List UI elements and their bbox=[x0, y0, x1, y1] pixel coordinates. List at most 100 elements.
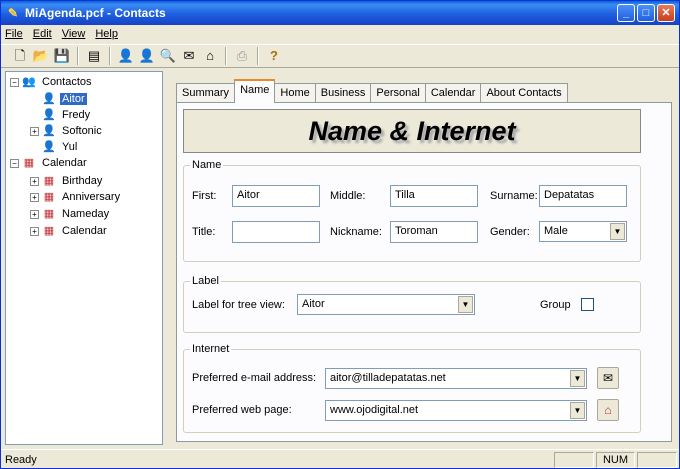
tab-summary[interactable]: Summary bbox=[176, 83, 236, 103]
tree-label-select[interactable]: Aitor ▼ bbox=[297, 294, 475, 315]
open-web-button[interactable]: ⌂ bbox=[597, 399, 619, 421]
calendar-icon: ▦ bbox=[43, 175, 55, 187]
email-icon: ✉ bbox=[602, 371, 614, 385]
tree-item-anniversary[interactable]: + ▦ Anniversary bbox=[30, 189, 122, 205]
dropdown-arrow-icon[interactable]: ▼ bbox=[458, 296, 473, 313]
home-icon: ⌂ bbox=[604, 403, 612, 417]
email-icon[interactable]: ✉ bbox=[180, 47, 198, 65]
collapse-icon[interactable]: − bbox=[10, 77, 19, 87]
status-pane-empty-2 bbox=[637, 451, 677, 468]
nickname-field[interactable]: Toroman bbox=[390, 221, 478, 243]
expand-icon[interactable]: + bbox=[30, 226, 39, 236]
dropdown-arrow-icon[interactable]: ▼ bbox=[610, 223, 625, 240]
calendar-icon: ▦ bbox=[23, 157, 35, 169]
menu-help[interactable]: Help bbox=[95, 28, 118, 40]
expand-icon[interactable]: + bbox=[30, 209, 39, 219]
internet-group-legend: Internet bbox=[190, 343, 232, 355]
tree-node-calendar[interactable]: − ▦ Calendar bbox=[10, 155, 89, 171]
title-label: Title: bbox=[192, 226, 216, 238]
web-page-select[interactable]: www.ojodigital.net ▼ bbox=[325, 400, 587, 421]
tree-node-contactos[interactable]: − 👥 Contactos bbox=[10, 74, 94, 90]
collapse-icon[interactable]: − bbox=[10, 158, 19, 168]
gender-value: Male bbox=[544, 225, 568, 237]
surname-field[interactable]: Depatatas bbox=[539, 185, 627, 207]
contact-icon[interactable]: 👤 bbox=[117, 47, 135, 65]
internet-group: Internet Preferred e-mail address: aitor… bbox=[183, 343, 641, 433]
name-group-legend: Name bbox=[190, 159, 224, 171]
tab-business[interactable]: Business bbox=[314, 83, 372, 103]
email-select[interactable]: aitor@tilladepatatas.net ▼ bbox=[325, 368, 587, 389]
send-email-button[interactable]: ✉ bbox=[597, 367, 619, 389]
title-bar[interactable]: ✎ MiAgenda.pcf - Contacts _ □ ✕ bbox=[1, 1, 679, 25]
contact-red-icon[interactable]: 👤 bbox=[138, 47, 156, 65]
surname-label: Surname: bbox=[490, 190, 538, 202]
gender-select[interactable]: Male ▼ bbox=[539, 221, 627, 242]
status-text: Ready bbox=[5, 453, 37, 466]
details-panel: Summary Name Home Business Personal Cale… bbox=[168, 71, 676, 445]
app-icon: ✎ bbox=[7, 6, 19, 20]
dropdown-arrow-icon[interactable]: ▼ bbox=[570, 402, 585, 419]
web-value: www.ojodigital.net bbox=[330, 404, 419, 416]
group-checkbox[interactable] bbox=[581, 298, 594, 311]
section-banner: Name & Internet bbox=[183, 109, 641, 153]
tab-strip: Summary Name Home Business Personal Cale… bbox=[176, 79, 568, 103]
web-label: Preferred web page: bbox=[192, 404, 292, 416]
tree-item-birthday[interactable]: + ▦ Birthday bbox=[30, 173, 104, 189]
calendar-icon: ▦ bbox=[43, 208, 55, 220]
tab-name[interactable]: Name bbox=[234, 79, 276, 103]
print-icon[interactable]: ⎙ bbox=[233, 47, 251, 65]
window-title: MiAgenda.pcf - Contacts bbox=[25, 6, 166, 20]
expand-icon[interactable]: + bbox=[30, 192, 39, 202]
group-label: Group bbox=[540, 299, 571, 311]
open-icon[interactable]: 📂 bbox=[32, 47, 50, 65]
search-icon[interactable]: 🔍 bbox=[159, 47, 177, 65]
middle-name-field[interactable]: Tilla bbox=[390, 185, 478, 207]
help-icon[interactable]: ? bbox=[265, 47, 283, 65]
num-lock-indicator: NUM bbox=[595, 451, 635, 468]
tab-about-contacts[interactable]: About Contacts bbox=[480, 83, 568, 103]
first-name-field[interactable]: Aitor bbox=[232, 185, 320, 207]
tree-view-label: Label for tree view: bbox=[192, 299, 285, 311]
status-bar: Ready NUM bbox=[1, 449, 679, 469]
first-label: First: bbox=[192, 190, 217, 202]
gender-label: Gender: bbox=[490, 226, 530, 238]
menu-bar: File Edit View Help bbox=[1, 25, 679, 43]
save-icon[interactable]: 💾 bbox=[53, 47, 71, 65]
tab-content: Name & Internet Name First: Aitor Middle… bbox=[176, 102, 672, 442]
person-icon: 👤 bbox=[42, 93, 56, 105]
person-icon: 👤 bbox=[42, 125, 56, 137]
menu-view[interactable]: View bbox=[62, 28, 86, 40]
tree-item-yul[interactable]: 👤 Yul bbox=[42, 139, 79, 155]
expand-icon[interactable]: + bbox=[30, 176, 39, 186]
menu-file[interactable]: File bbox=[5, 28, 23, 40]
contacts-tree[interactable]: − 👥 Contactos 👤 Aitor 👤 Fredy + 👤 Softon… bbox=[5, 71, 163, 445]
tree-item-aitor[interactable]: 👤 Aitor bbox=[42, 91, 87, 107]
tab-calendar[interactable]: Calendar bbox=[424, 83, 482, 103]
tree-item-calendar[interactable]: + ▦ Calendar bbox=[30, 223, 109, 239]
close-button[interactable]: ✕ bbox=[657, 4, 675, 22]
new-icon[interactable]: 🗋 bbox=[11, 47, 29, 65]
menu-edit[interactable]: Edit bbox=[33, 28, 52, 40]
nickname-label: Nickname: bbox=[330, 226, 382, 238]
minimize-button[interactable]: _ bbox=[617, 4, 635, 22]
main-window: ✎ MiAgenda.pcf - Contacts _ □ ✕ File Edi… bbox=[0, 0, 680, 469]
expand-icon[interactable]: + bbox=[30, 126, 39, 136]
status-pane-empty bbox=[553, 451, 594, 468]
dropdown-arrow-icon[interactable]: ▼ bbox=[570, 370, 585, 387]
tree-item-fredy[interactable]: 👤 Fredy bbox=[42, 107, 92, 123]
tree-item-nameday[interactable]: + ▦ Nameday bbox=[30, 206, 111, 222]
card-icon[interactable]: ▤ bbox=[85, 47, 103, 65]
tab-home[interactable]: Home bbox=[274, 83, 316, 103]
email-value: aitor@tilladepatatas.net bbox=[330, 372, 446, 384]
contacts-folder-icon: 👥 bbox=[22, 76, 36, 88]
tab-personal[interactable]: Personal bbox=[370, 83, 426, 103]
title-field[interactable] bbox=[232, 221, 320, 243]
person-icon: 👤 bbox=[42, 109, 56, 121]
toolbar: 🗋 📂 💾 ▤ 👤 👤 🔍 ✉ ⌂ ⎙ ? bbox=[1, 44, 679, 68]
maximize-button[interactable]: □ bbox=[637, 4, 655, 22]
home-icon[interactable]: ⌂ bbox=[201, 47, 219, 65]
middle-label: Middle: bbox=[330, 190, 366, 202]
tree-item-softonic[interactable]: + 👤 Softonic bbox=[30, 123, 104, 139]
email-label: Preferred e-mail address: bbox=[192, 372, 317, 384]
tree-label-value: Aitor bbox=[302, 298, 325, 310]
